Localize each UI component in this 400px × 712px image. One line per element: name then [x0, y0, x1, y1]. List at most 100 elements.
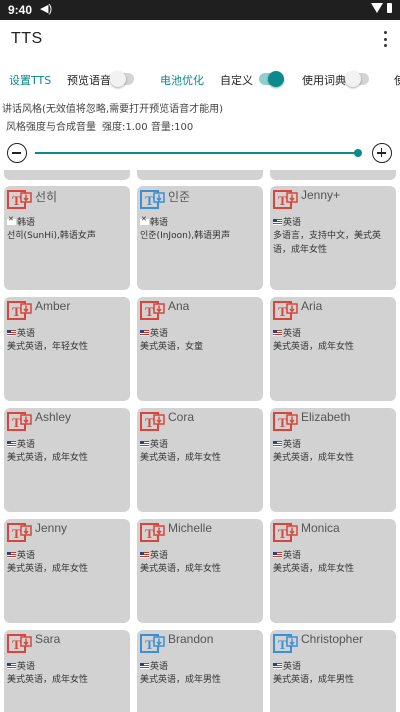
voice-language: 英语 [140, 659, 168, 672]
voice-name: 선히 [35, 190, 58, 204]
voice-card[interactable]: T Jenny+ 英语 多语言，支持中文，美式英语，成年女性 [270, 186, 396, 290]
tts-voice-icon: T [140, 190, 166, 212]
more-options-icon[interactable] [382, 29, 388, 49]
tts-voice-icon: T [7, 523, 33, 545]
voice-card[interactable]: T 인준 韩语 인준(InJoon),韩语男声 [137, 186, 263, 290]
dictionary-toggle[interactable] [345, 71, 369, 87]
status-bar: 9:40 ◀) [0, 0, 400, 20]
voice-card[interactable]: T Michelle 英语 美式英语，成年女性 [137, 519, 263, 623]
decrease-button[interactable] [7, 143, 27, 163]
svg-text:T: T [278, 526, 287, 541]
strength-slider-row [0, 140, 400, 166]
voice-name: Brandon [168, 632, 214, 646]
tts-voice-icon: T [140, 412, 166, 434]
voice-language-label: 英语 [17, 662, 36, 672]
tab-battery-optimization[interactable]: 电池优化 [160, 72, 204, 88]
svg-text:T: T [12, 637, 21, 652]
voice-language-label: 韩语 [150, 218, 169, 228]
slider-thumb[interactable] [354, 149, 362, 157]
voice-language-label: 英语 [283, 218, 302, 228]
increase-button[interactable] [372, 143, 392, 163]
voice-card[interactable]: T Elizabeth 英语 美式英语，成年女性 [270, 408, 396, 512]
flag-icon [140, 663, 149, 669]
voice-description: 美式英语，女童 [140, 342, 204, 352]
voice-language-label: 英语 [17, 440, 36, 450]
voice-description: 美式英语，成年女性 [273, 564, 355, 574]
status-icons [371, 3, 392, 13]
voice-language: 英语 [140, 326, 168, 339]
voice-description: 美式英语，成年女性 [140, 564, 222, 574]
flag-icon [140, 552, 149, 558]
voice-language: 英语 [273, 659, 301, 672]
voice-card[interactable]: T Cora 英语美式英语，成年女性 [137, 408, 263, 512]
svg-text:T: T [278, 304, 287, 319]
tts-voice-icon: T [7, 634, 33, 656]
voice-name: Elizabeth [301, 410, 351, 424]
svg-text:T: T [12, 193, 21, 208]
flag-icon [273, 219, 282, 225]
voice-name: Cora [168, 410, 195, 424]
tab-more[interactable]: 使 [394, 72, 400, 88]
voice-description: 美式英语，成年男性 [140, 675, 222, 685]
flag-icon [7, 215, 16, 225]
flag-icon [273, 441, 282, 447]
voice-description: 美式英语，成年女性 [140, 453, 222, 463]
tts-voice-icon: T [273, 301, 299, 323]
voice-description: 선히(SunHi),韩语女声 [7, 231, 96, 241]
tab-setup-tts[interactable]: 设置TTS [9, 72, 51, 88]
tts-voice-icon: T [140, 301, 166, 323]
svg-text:T: T [278, 415, 287, 430]
voice-language-label: 韩语 [17, 218, 36, 228]
voice-card[interactable]: T Monica 英语 美式英语，成年女性 [270, 519, 396, 623]
voice-card[interactable]: T Aria 英语 美式英语，成年女性 [270, 297, 396, 401]
voice-description: 美式英语，成年女性 [7, 564, 89, 574]
voice-card[interactable]: T Ana 英语 美式英语，女童 [137, 297, 263, 401]
tab-preview-voice[interactable]: 预览语音 [67, 72, 111, 88]
tab-custom[interactable]: 自定义 [220, 72, 253, 88]
voice-card[interactable]: T Sara 英语 美式英语，成年女性 [4, 630, 130, 712]
voice-language: 英语 [273, 215, 301, 228]
svg-text:T: T [12, 304, 21, 319]
strength-slider[interactable] [35, 152, 358, 154]
voice-description: 美式英语，年轻女性 [7, 342, 89, 352]
voice-grid: T선히韩语선히(SunHi),韩语女声T인준韩语인준(InJoon),韩语男声T… [0, 170, 400, 712]
voice-language-label: 英语 [17, 551, 36, 561]
voice-name: Christopher [301, 632, 364, 646]
voice-language: 英语 [273, 437, 301, 450]
voice-card-partial[interactable] [137, 170, 263, 180]
voice-description: 多语言，支持中文，美式英语，成年女性 [273, 231, 382, 255]
flag-icon [273, 663, 282, 669]
tab-use-dictionary[interactable]: 使用词典 [302, 72, 346, 88]
voice-card-partial[interactable] [4, 170, 130, 180]
voice-language: 英语 [7, 548, 35, 561]
strength-row: 风格强度与合成音量 强度:1.00 音量:100 [6, 118, 193, 133]
voice-card[interactable]: T Christopher 英语 美式英语，成年男性 [270, 630, 396, 712]
voice-description: 美式英语，成年女性 [7, 453, 89, 463]
battery-icon [387, 3, 392, 13]
tts-voice-icon: T [140, 634, 166, 656]
svg-text:T: T [12, 526, 21, 541]
svg-text:T: T [145, 526, 154, 541]
tts-voice-icon: T [7, 190, 33, 212]
flag-icon [7, 330, 16, 336]
voice-description: 美式英语，成年男性 [273, 675, 355, 685]
preview-voice-toggle[interactable] [110, 71, 134, 87]
voice-card[interactable]: T Brandon 英语美式英语，成年男性 [137, 630, 263, 712]
svg-text:T: T [145, 193, 154, 208]
settings-tab-bar: 设置TTS 预览语音 电池优化 自定义 使用词典 使 [0, 62, 400, 96]
flag-icon [273, 330, 282, 336]
custom-toggle[interactable] [259, 71, 284, 87]
voice-card[interactable]: T Ashley 英语 美式英语，成年女性 [4, 408, 130, 512]
app-bar: TTS [0, 20, 400, 60]
wifi-icon [371, 3, 383, 13]
voice-language: 英语 [140, 437, 168, 450]
flag-icon [140, 330, 149, 336]
style-note: 讲话风格(无效值将忽略,需要打开预览语音才能用) [2, 104, 223, 115]
voice-name: 인준 [168, 190, 191, 204]
voice-card[interactable]: T 선히 韩语 선히(SunHi),韩语女声 [4, 186, 130, 290]
voice-card[interactable]: T Jenny 英语 美式英语，成年女性 [4, 519, 130, 623]
svg-text:T: T [145, 304, 154, 319]
voice-card-partial[interactable] [270, 170, 396, 180]
flag-icon [273, 552, 282, 558]
voice-card[interactable]: T Amber 英语 美式英语，年轻女性 [4, 297, 130, 401]
